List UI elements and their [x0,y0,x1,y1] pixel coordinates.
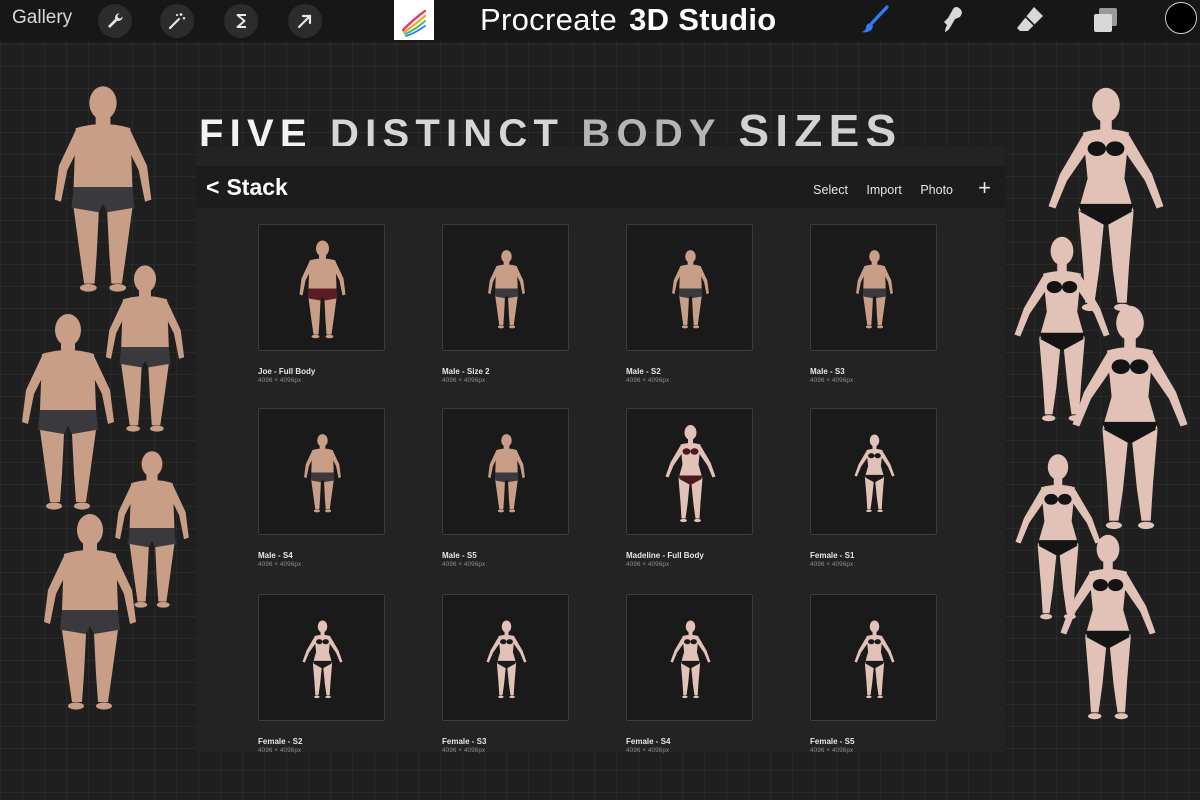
male-figure-icon [672,250,709,329]
artwork-thumbnail[interactable] [258,594,385,721]
artwork-name: Madeline - Full Body [626,551,704,560]
artwork-thumbnail[interactable] [810,408,937,535]
artwork-dimensions: 4096 × 4096px [626,561,670,568]
selection-s-icon[interactable] [224,4,258,38]
female-figure-icon [1015,454,1101,620]
female-figure-icon [854,620,895,699]
female-figure-icon [486,620,527,699]
artwork-dimensions: 4096 × 4096px [258,377,302,384]
artwork-thumbnail[interactable] [258,224,385,351]
male-figure-icon [22,314,114,510]
artwork-thumbnail[interactable] [810,224,937,351]
artwork-dimensions: 4096 × 4096px [442,747,486,754]
app-title-light: Procreate [480,2,618,37]
female-figure-icon [665,425,716,523]
artwork-thumbnail[interactable] [626,224,753,351]
layers-icon[interactable] [1090,4,1122,36]
stack-panel: < Stack Select Import Photo + Joe - Full … [196,146,1005,754]
artwork-name: Male - S2 [626,367,661,376]
artwork-dimensions: 4096 × 4096px [442,377,486,384]
back-button[interactable]: < Stack [206,174,288,201]
color-swatch-button[interactable] [1165,2,1197,34]
photo-button[interactable]: Photo [920,183,953,197]
move-arrow-icon[interactable] [288,4,322,38]
artwork-thumbnail[interactable] [626,594,753,721]
female-figure-icon [854,434,895,513]
male-figure-icon [304,434,341,513]
female-figure-icon [1072,305,1188,530]
artwork-name: Female - S5 [810,737,855,746]
chevron-left-icon: < [206,174,220,200]
artwork-dimensions: 4096 × 4096px [810,377,854,384]
wrench-icon[interactable] [98,4,132,38]
female-figures-group [1005,82,1200,782]
male-figures-group [0,82,196,782]
artwork-name: Female - S4 [626,737,671,746]
male-figure-icon [299,240,346,339]
artwork-dimensions: 4096 × 4096px [258,747,302,754]
artwork-thumbnail[interactable] [442,594,569,721]
artwork-thumbnail[interactable] [258,408,385,535]
artwork-thumbnail[interactable] [626,408,753,535]
artwork-name: Male - S3 [810,367,845,376]
smudge-icon[interactable] [936,4,968,36]
artwork-dimensions: 4096 × 4096px [810,747,854,754]
eraser-icon[interactable] [1014,4,1046,36]
artwork-thumbnail[interactable] [810,594,937,721]
female-figure-icon [670,620,711,699]
artwork-name: Male - S5 [442,551,477,560]
female-figure-icon [302,620,343,699]
procreate-logo-icon [394,0,434,40]
artwork-dimensions: 4096 × 4096px [626,377,670,384]
artwork-dimensions: 4096 × 4096px [258,561,302,568]
artwork-name: Female - S2 [258,737,303,746]
gallery-button[interactable]: Gallery [12,7,72,29]
app-title: Procreate 3D Studio [480,2,776,38]
artwork-name: Joe - Full Body [258,367,316,376]
artwork-dimensions: 4096 × 4096px [626,747,670,754]
artwork-name: Male - Size 2 [442,367,490,376]
magic-wand-icon[interactable] [160,4,194,38]
male-figure-icon [44,514,136,710]
add-icon[interactable]: + [978,175,991,201]
import-button[interactable]: Import [866,183,901,197]
app-title-bold: 3D Studio [629,2,777,37]
male-figure-icon [54,86,152,292]
stack-header: < Stack Select Import Photo + [196,166,1005,208]
artwork-name: Male - S4 [258,551,293,560]
artwork-thumbnail[interactable] [442,224,569,351]
brush-icon[interactable] [858,4,890,36]
male-figure-icon [488,250,525,329]
male-figure-icon [488,434,525,513]
select-button[interactable]: Select [813,183,848,197]
top-toolbar: Gallery Procreate 3D Studio [0,0,1200,42]
artwork-name: Female - S3 [442,737,487,746]
artwork-name: Female - S1 [810,551,855,560]
header-actions: Select Import Photo [798,183,953,197]
male-figure-icon [856,250,893,329]
artwork-dimensions: 4096 × 4096px [810,561,854,568]
artwork-thumbnail[interactable] [442,408,569,535]
stack-title: Stack [226,174,288,200]
artwork-dimensions: 4096 × 4096px [442,561,486,568]
